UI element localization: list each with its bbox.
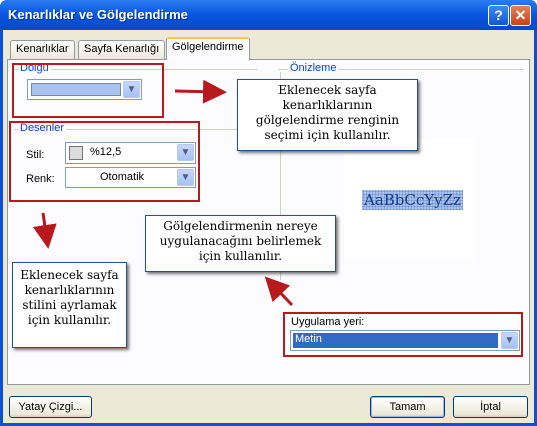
arrow-to-fill-callout	[174, 79, 227, 104]
arrow-to-apply-callout	[264, 276, 294, 307]
arrow-to-style-callout	[32, 212, 57, 249]
annotation-arrows	[32, 79, 294, 307]
